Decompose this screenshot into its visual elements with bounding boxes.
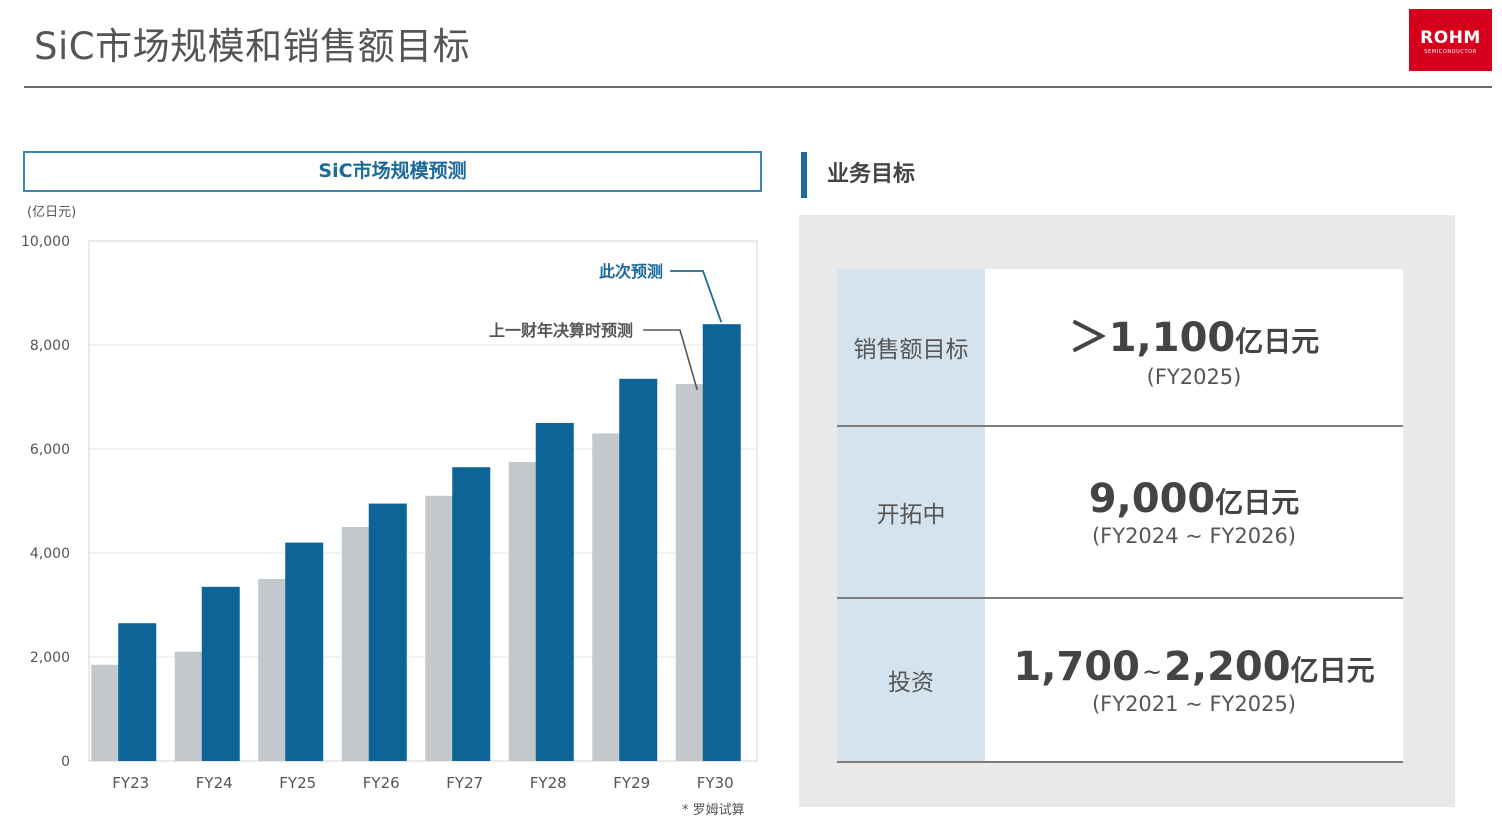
goal-period: (FY2025) <box>1146 365 1242 389</box>
logo-sub: SEMICONDUCTOR <box>1424 49 1477 55</box>
goal-amount: ＞1,100亿日元 <box>1069 305 1320 363</box>
bar-current-forecast <box>452 467 491 761</box>
x-tick-label: FY23 <box>112 774 149 792</box>
x-tick-label: FY25 <box>279 774 316 792</box>
goal-label: 销售额目标 <box>837 269 985 425</box>
x-tick-label: FY28 <box>530 774 567 792</box>
bar-current-forecast <box>702 324 741 761</box>
goal-number-to: 2,200 <box>1164 644 1291 690</box>
goal-tilde: ~ <box>1141 658 1163 686</box>
x-tick-label: FY26 <box>363 774 400 792</box>
goal-value: 9,000亿日元 (FY2024 ~ FY2026) <box>985 427 1403 597</box>
goal-value: 1,700~2,200亿日元 (FY2021 ~ FY2025) <box>985 599 1403 761</box>
bar-current-forecast <box>285 542 324 761</box>
annotation-current-leader <box>670 270 723 323</box>
goal-period: (FY2021 ~ FY2025) <box>1091 692 1297 716</box>
bar-current-forecast <box>118 623 157 761</box>
x-tick-label: FY27 <box>446 774 483 792</box>
x-tick-label: FY29 <box>613 774 650 792</box>
annotation-current-forecast: 此次预测 <box>599 262 663 281</box>
goal-number: 1,100 <box>1108 315 1236 361</box>
y-tick-label: 8,000 <box>30 338 70 354</box>
y-tick-label: 0 <box>61 754 70 770</box>
page-title: SiC市场规模和销售额目标 <box>34 25 471 68</box>
goals-heading: 业务目标 <box>801 152 915 198</box>
goal-number: 9,000 <box>1088 476 1216 522</box>
bar-current-forecast <box>368 503 407 761</box>
logo-brand: ROHM <box>1420 28 1481 48</box>
goal-row-sales: 销售额目标 ＞1,100亿日元 (FY2025) <box>837 269 1403 427</box>
goal-unit: 亿日元 <box>1290 654 1375 687</box>
goal-row-developing: 开拓中 9,000亿日元 (FY2024 ~ FY2026) <box>837 427 1403 599</box>
goals-table: 销售额目标 ＞1,100亿日元 (FY2025) 开拓中 9,000亿日元 (F… <box>837 269 1403 763</box>
y-tick-label: 4,000 <box>30 546 70 562</box>
y-axis-unit: (亿日元) <box>27 205 77 220</box>
goal-label: 投资 <box>837 599 985 761</box>
goal-row-investment: 投资 1,700~2,200亿日元 (FY2021 ~ FY2025) <box>837 599 1403 763</box>
x-tick-label: FY24 <box>196 774 233 792</box>
market-size-chart: 0 2,000 4,000 6,000 8,000 10,000 FY23 FY24 FY25 F… <box>21 234 758 792</box>
bar-current-forecast <box>619 378 658 761</box>
rohm-logo: ROHM SEMICONDUCTOR <box>1409 9 1492 71</box>
goal-period: (FY2024 ~ FY2026) <box>1091 524 1297 548</box>
bar-current-forecast <box>201 586 240 761</box>
goal-prefix: ＞ <box>1068 315 1109 361</box>
goal-unit: 亿日元 <box>1235 325 1320 358</box>
goal-value: ＞1,100亿日元 (FY2025) <box>985 269 1403 425</box>
chart-title: SiC市场规模预测 <box>23 151 762 192</box>
goal-number-from: 1,700 <box>1013 644 1140 690</box>
goal-amount: 9,000亿日元 <box>1089 476 1300 522</box>
y-tick-label: 6,000 <box>30 442 70 458</box>
goal-label: 开拓中 <box>837 427 985 597</box>
annotation-previous-forecast: 上一财年决算时预测 <box>489 321 633 340</box>
x-tick-label: FY30 <box>697 774 734 792</box>
bar-current-forecast <box>535 423 574 761</box>
chart-note: * 罗姆试算 <box>682 803 745 818</box>
goal-amount: 1,700~2,200亿日元 <box>1013 644 1374 690</box>
y-tick-label: 2,000 <box>30 650 70 666</box>
title-divider <box>24 86 1492 88</box>
goal-unit: 亿日元 <box>1215 486 1300 519</box>
y-tick-label: 10,000 <box>21 234 70 250</box>
